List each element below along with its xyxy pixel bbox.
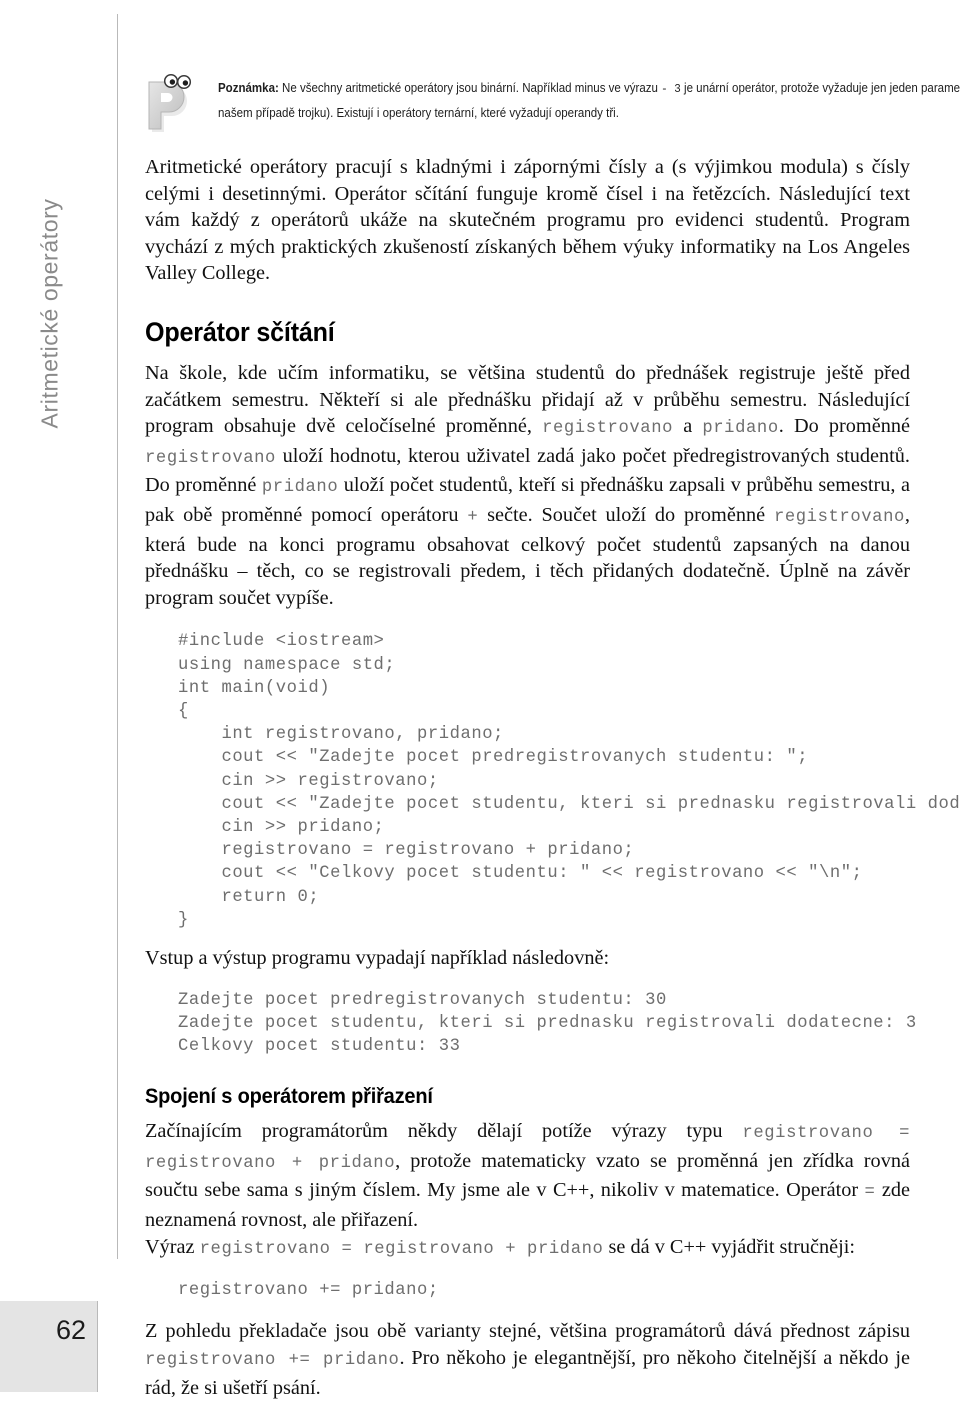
section2-paragraph-3: Z pohledu překladače jsou obě varianty s… xyxy=(145,1318,910,1401)
note-inline-code: - 3 xyxy=(661,82,681,96)
running-head: Aritmetické operátory xyxy=(0,0,104,1290)
s2p1-a: Začínajícím programátorům někdy dělají p… xyxy=(145,1120,743,1143)
heading-operator-scitani: Operátor sčítání xyxy=(145,316,335,347)
s2p3-a: Z pohledu překladače jsou obě varianty s… xyxy=(145,1320,910,1343)
code-snippet-compound: registrovano += pridano; xyxy=(178,1281,439,1301)
code-plus: + xyxy=(467,507,479,527)
section2-paragraph-2: Výraz registrovano = registrovano + prid… xyxy=(145,1234,910,1264)
s1p1-b: a xyxy=(673,415,703,438)
page-number-rule xyxy=(97,1301,98,1392)
code-equals-operator: = xyxy=(864,1183,876,1203)
code-pridano-2: pridano xyxy=(261,478,339,498)
note-p-character-icon xyxy=(142,73,204,135)
code-expression-long: registrovano = registrovano + pridano xyxy=(199,1239,604,1259)
note-label: Poznámka: xyxy=(218,80,279,95)
code-block-program: #include <iostream> using namespace std;… xyxy=(178,632,960,930)
s1p1-f: sečte. Součet uloží do proměnné xyxy=(478,503,774,526)
s1p1-c: . Do proměnné xyxy=(778,415,910,438)
page-number-block: 62 xyxy=(0,1301,97,1392)
margin-vertical-rule xyxy=(117,14,118,1259)
code-registrovano-3: registrovano xyxy=(773,507,905,527)
s2p2-a: Výraz xyxy=(145,1235,200,1258)
content-column: Poznámka: Ne všechny aritmetické operáto… xyxy=(142,73,960,1401)
page-number: 62 xyxy=(55,1315,86,1345)
section2-paragraph-1: Začínajícím programátorům někdy dělají p… xyxy=(145,1118,910,1233)
code-registrovano-2: registrovano xyxy=(145,448,276,468)
running-head-text: Aritmetické operátory xyxy=(36,198,63,429)
program-output-block: Zadejte pocet predregistrovanych student… xyxy=(178,990,917,1056)
section1-paragraph-2: Vstup a výstup programu vypadají napříkl… xyxy=(145,946,610,969)
note-text: Poznámka: Ne všechny aritmetické operáto… xyxy=(218,76,960,124)
code-pridano-1: pridano xyxy=(702,419,779,439)
heading-spojeni-s-operatorem-prirazeni: Spojení s operátorem přiřazení xyxy=(145,1084,433,1109)
note-callout: Poznámka: Ne všechny aritmetické operáto… xyxy=(142,73,960,138)
intro-paragraph: Aritmetické operátory pracují s kladnými… xyxy=(145,156,910,285)
section1-paragraph-1: Na škole, kde učím informatiku, se větši… xyxy=(145,360,910,611)
note-line1-a: Ne všechny aritmetické operátory jsou bi… xyxy=(278,80,662,95)
s2p2-b: se dá v C++ vyjádřit stručněji: xyxy=(603,1235,856,1258)
code-registrovano-1: registrovano xyxy=(542,419,674,439)
code-compound-inline: registrovano += pridano xyxy=(145,1350,400,1370)
